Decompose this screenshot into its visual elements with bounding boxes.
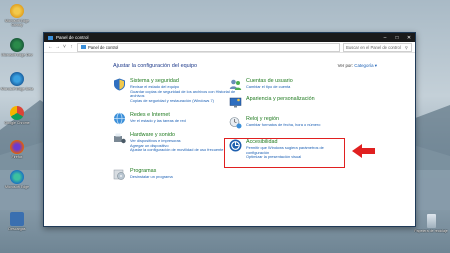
recent-dropdown-icon[interactable]: ˅ <box>61 44 68 50</box>
desktop-icon-label: Microsoft Edge Dev <box>1 53 33 57</box>
control-panel-icon <box>81 45 86 49</box>
desktop-icon-label: Microsoft Edge Canary <box>5 19 29 28</box>
page-title: Ajustar la configuración del equipo <box>113 63 198 69</box>
category-link[interactable]: Ver el estado y las tareas de red <box>130 118 186 124</box>
category-link[interactable]: Cambiar el tipo de cuenta <box>246 84 293 90</box>
printer-speaker-icon <box>114 133 126 144</box>
clock-globe-icon <box>229 117 242 129</box>
view-by: Ver por: Categoría ▾ <box>338 63 377 69</box>
category-link[interactable]: Copias de seguridad y restauración (Wind… <box>130 98 245 104</box>
category-link[interactable]: Optimizar la presentación visual <box>246 155 346 160</box>
up-arrow-icon[interactable]: ↑ <box>68 44 75 50</box>
desktop-icon-label: Firefox <box>11 155 23 159</box>
desktop-icon-firefox[interactable]: Firefox <box>0 140 34 159</box>
desktop-icon-edge-beta[interactable]: Microsoft Edge Beta <box>0 72 34 91</box>
edge-dev-icon <box>10 38 24 52</box>
desktop-icon-label: Google Chrome <box>4 121 30 125</box>
desktop-icon-edge-canary[interactable]: Microsoft Edge Canary <box>0 4 34 27</box>
desktop-icon-label: Papelera de reciclaje <box>414 229 448 233</box>
window-title: Panel de control <box>56 35 89 40</box>
navigation-bar: ← → ˅ ↑ Panel de control Buscar en el Pa… <box>44 42 415 53</box>
control-panel-window: Panel de control – □ ✕ ← → ˅ ↑ Panel de … <box>43 32 416 227</box>
forward-arrow-icon[interactable]: → <box>54 44 61 50</box>
address-path: Panel de control <box>88 44 119 50</box>
desktop-icon-label: Descargas <box>8 227 26 231</box>
red-pointer-arrow-icon <box>352 144 375 158</box>
edge-beta-icon <box>10 72 24 86</box>
maximize-icon[interactable]: □ <box>391 33 403 42</box>
category-heading[interactable]: Apariencia y personalización <box>246 96 315 103</box>
category-link[interactable]: Desinstalar un programa <box>130 174 173 180</box>
category-link[interactable]: Cambiar formatos de fecha, hora o número <box>246 122 320 128</box>
search-placeholder: Buscar en el Panel de control <box>346 44 401 50</box>
title-bar[interactable]: Panel de control – □ ✕ <box>44 33 415 42</box>
desktop-icon-downloads[interactable]: Descargas <box>0 212 34 231</box>
window-controls: – □ ✕ <box>379 33 415 42</box>
control-panel-icon <box>48 35 53 40</box>
desktop-icon-label: Microsoft Edge <box>5 185 29 189</box>
recycle-bin-icon <box>426 214 436 228</box>
appearance-monitor-icon <box>229 97 242 108</box>
chrome-icon <box>10 106 24 120</box>
view-by-dropdown[interactable]: Categoría ▾ <box>354 63 377 68</box>
downloads-folder-icon <box>10 212 24 226</box>
desktop-icon-edge-dev[interactable]: Microsoft Edge Dev <box>0 38 34 57</box>
desktop-icon-chrome[interactable]: Google Chrome <box>0 106 34 125</box>
edge-canary-icon <box>10 4 24 18</box>
view-by-label: Ver por: <box>337 63 354 68</box>
programs-disc-icon <box>113 169 125 180</box>
back-arrow-icon[interactable]: ← <box>47 44 54 50</box>
edge-icon <box>10 170 24 184</box>
desktop-icon-label: Microsoft Edge Beta <box>0 87 34 91</box>
desktop-icon-recycle-bin[interactable]: Papelera de reciclaje <box>414 214 448 233</box>
search-input[interactable]: Buscar en el Panel de control ⚲ <box>343 42 412 52</box>
users-icon <box>229 79 242 90</box>
shield-icon <box>114 78 125 91</box>
network-globe-icon <box>114 112 125 125</box>
minimize-icon[interactable]: – <box>379 33 391 42</box>
desktop-icon-edge[interactable]: Microsoft Edge <box>0 170 34 189</box>
close-icon[interactable]: ✕ <box>403 33 415 42</box>
ease-of-access-icon <box>229 139 242 152</box>
search-icon: ⚲ <box>404 44 408 50</box>
firefox-icon <box>10 140 24 154</box>
address-bar[interactable]: Panel de control <box>77 42 340 52</box>
